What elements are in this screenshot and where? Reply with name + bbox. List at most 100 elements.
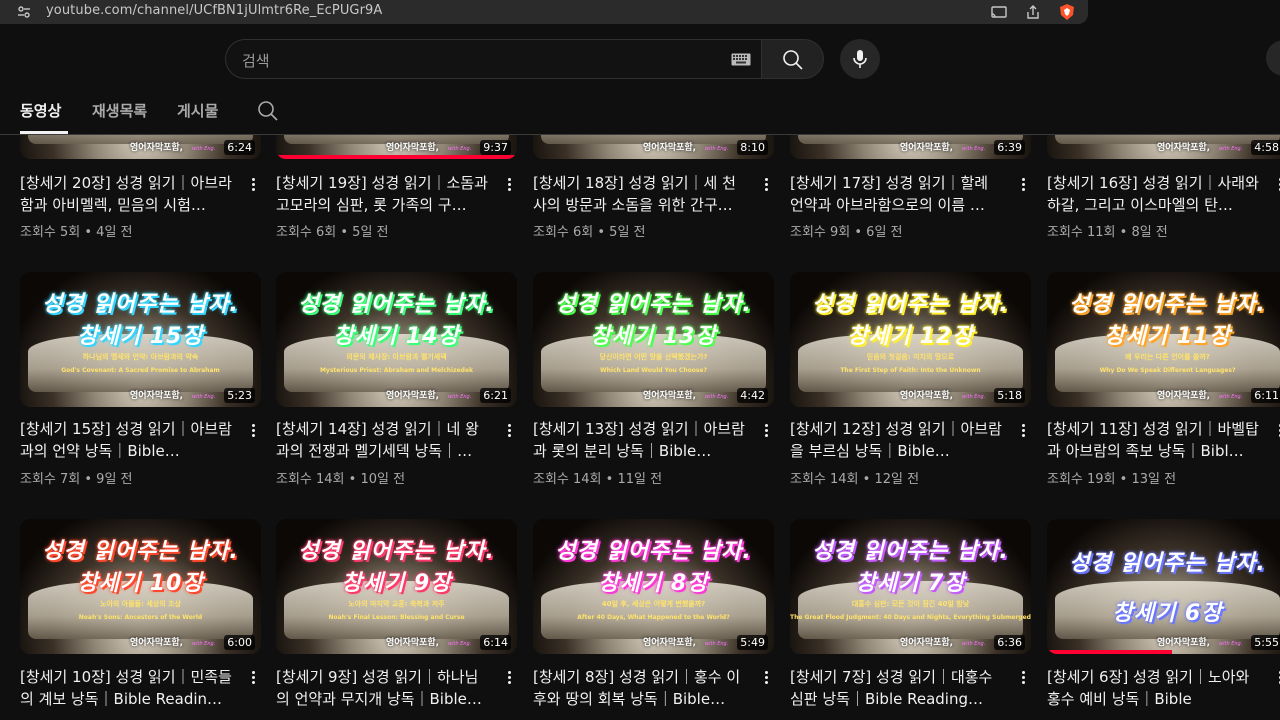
video-card[interactable]: 성경 읽어주는 남자. 창세기 6장 영어자막포함, with Eng. 5:55 [창세… xyxy=(1047,519,1280,720)
video-title[interactable]: [창세기 15장] 성경 읽기｜아브람과의 언약 낭독｜Bible… xyxy=(20,418,235,462)
more-actions-icon[interactable] xyxy=(1273,669,1280,689)
video-thumbnail[interactable]: 성경 읽어주는 남자. 창세기 8장 40일 후, 세상은 어떻게 변했을까? Aft… xyxy=(533,519,774,654)
more-actions-icon[interactable] xyxy=(759,176,773,196)
video-thumbnail[interactable]: 성경 읽어주는 남자. 창세기 10장 노아의 아들들: 세상의 조상 Noah's … xyxy=(20,519,261,654)
more-actions-icon[interactable] xyxy=(502,669,516,689)
video-title[interactable]: [창세기 19장] 성경 읽기｜소돔과 고모라의 심판, 롯 가족의 구… xyxy=(276,172,491,216)
video-duration: 6:21 xyxy=(480,388,511,403)
watch-progress-bar xyxy=(1047,650,1173,654)
search-button[interactable] xyxy=(761,39,824,79)
menu-dot xyxy=(251,429,255,432)
video-card[interactable]: 성경 읽어주는 남자. 창세기 11장 왜 우리는 다른 언어를 쓸까? Why Do… xyxy=(1047,272,1280,487)
video-title[interactable]: [창세기 6장] 성경 읽기｜노아와 홍수 예비 낭독｜Bible Readin… xyxy=(1047,666,1262,710)
video-thumbnail[interactable]: 성경 읽어주는 남자. 창세기 12장 믿음의 첫걸음: 미지의 땅으로 The Fi… xyxy=(790,272,1031,407)
thumbnail-title-line: 성경 읽어주는 남자. xyxy=(812,539,1009,564)
thumbnail-tag: 영어자막포함, xyxy=(386,143,440,153)
thumbnail-chapter: 창세기 6장 xyxy=(1112,601,1223,626)
video-thumbnail[interactable]: 성경 읽어주는 남자. 창세기 14장 의문의 제사장: 아브람과 멜기세덱 Myst… xyxy=(276,272,517,407)
video-title[interactable]: [창세기 7장] 성경 읽기｜대홍수 심판 낭독｜Bible Reading… xyxy=(790,666,1005,710)
video-title[interactable]: [창세기 20장] 성경 읽기｜아브라함과 아비멜렉, 믿음의 시험… xyxy=(20,172,235,216)
thumbnail-title-line: 성경 읽어주는 남자. xyxy=(42,292,239,317)
more-actions-icon[interactable] xyxy=(1016,669,1030,689)
video-duration: 5:23 xyxy=(224,388,255,403)
menu-dot xyxy=(251,183,255,186)
video-card[interactable]: 성경 읽어주는 남자. 창세기 9장 노아의 마지막 교훈: 축복과 저주 Noah'… xyxy=(276,519,517,720)
more-actions-icon[interactable] xyxy=(246,422,260,442)
more-actions-icon[interactable] xyxy=(502,176,516,196)
thumbnail-tag-en: with Eng. xyxy=(1219,146,1243,152)
video-title[interactable]: [창세기 8장] 성경 읽기｜홍수 이후와 땅의 회복 낭독｜Bible… xyxy=(533,666,748,710)
microphone-icon xyxy=(853,50,867,68)
thumbnail-chapter: 창세기 11장 xyxy=(1104,324,1231,349)
video-metadata: 조회수 19회 • 13일 전 xyxy=(1047,472,1177,487)
top-strip xyxy=(1088,0,1280,24)
video-duration: 5:18 xyxy=(994,388,1025,403)
more-actions-icon[interactable] xyxy=(1016,176,1030,196)
video-thumbnail[interactable]: 성경 읽어주는 남자. 창세기 9장 노아의 마지막 교훈: 축복과 저주 Noah'… xyxy=(276,519,517,654)
video-duration: 5:55 xyxy=(1251,635,1280,650)
url-text[interactable]: youtube.com/channel/UCfBN1jUlmtr6Re_EcPU… xyxy=(46,3,382,18)
thumbnail-chapter: 창세기 7장 xyxy=(855,571,966,596)
more-actions-icon[interactable] xyxy=(759,422,773,442)
menu-dot xyxy=(764,676,768,679)
cast-icon[interactable] xyxy=(990,3,1008,21)
more-actions-icon[interactable] xyxy=(1273,176,1280,196)
video-thumbnail[interactable]: 성경 읽어주는 남자. 창세기 6장 영어자막포함, with Eng. 5:55 xyxy=(1047,519,1280,654)
video-duration: 6:11 xyxy=(1251,388,1280,403)
thumbnail-subtitle-en: The Great Flood Judgment: 40 Days and Ni… xyxy=(790,614,1031,621)
video-title[interactable]: [창세기 12장] 성경 읽기｜아브람을 부르심 낭독｜Bible… xyxy=(790,418,1005,462)
thumbnail-tag: 영어자막포함, xyxy=(130,391,184,401)
video-duration: 6:14 xyxy=(480,635,511,650)
thumbnail-chapter: 창세기 14장 xyxy=(333,324,460,349)
video-thumbnail[interactable]: 성경 읽어주는 남자. 창세기 7장 대홍수 심판: 모든 것이 잠긴 40일 밤낮… xyxy=(790,519,1031,654)
thumbnail-tag: 영어자막포함, xyxy=(1157,143,1211,153)
video-title[interactable]: [창세기 17장] 성경 읽기｜할례 언약과 아브라함으로의 이름 … xyxy=(790,172,1005,216)
video-card[interactable]: 성경 읽어주는 남자. 창세기 8장 40일 후, 세상은 어떻게 변했을까? Aft… xyxy=(533,519,774,720)
video-title[interactable]: [창세기 13장] 성경 읽기｜아브람과 롯의 분리 낭독｜Bible… xyxy=(533,418,748,462)
video-card[interactable]: 성경 읽어주는 남자. 창세기 12장 믿음의 첫걸음: 미지의 땅으로 The Fi… xyxy=(790,272,1031,487)
thumbnail-chapter: 창세기 15장 xyxy=(77,324,204,349)
more-actions-icon[interactable] xyxy=(246,176,260,196)
search-box[interactable]: 검색 xyxy=(225,39,761,79)
voice-search-button[interactable] xyxy=(840,39,880,79)
video-title[interactable]: [창세기 10장] 성경 읽기｜민족들의 계보 낭독｜Bible Readin… xyxy=(20,666,235,710)
video-card[interactable]: 성경 읽어주는 남자. 창세기 10장 노아의 아들들: 세상의 조상 Noah's … xyxy=(20,519,261,720)
video-thumbnail[interactable]: 성경 읽어주는 남자. 창세기 11장 왜 우리는 다른 언어를 쓸까? Why Do… xyxy=(1047,272,1280,407)
tab-playlists[interactable]: 재생목록 xyxy=(92,100,147,121)
thumbnail-tag-en: with Eng. xyxy=(705,641,729,647)
more-actions-icon[interactable] xyxy=(759,669,773,689)
video-duration: 4:42 xyxy=(737,388,768,403)
video-card[interactable]: 성경 읽어주는 남자. 창세기 15장 하나님의 맹세와 언약: 아브람과의 약속 G… xyxy=(20,272,261,487)
search-input[interactable]: 검색 xyxy=(242,50,270,71)
video-card[interactable]: 성경 읽어주는 남자. 창세기 7장 대홍수 심판: 모든 것이 잠긴 40일 밤낮… xyxy=(790,519,1031,720)
video-card[interactable]: 성경 읽어주는 남자. 창세기 13장 당신이라면 어떤 땅을 선택했겠는가? Whi… xyxy=(533,272,774,487)
more-actions-icon[interactable] xyxy=(246,669,260,689)
more-actions-icon[interactable] xyxy=(1016,422,1030,442)
video-thumbnail[interactable]: 성경 읽어주는 남자. 창세기 13장 당신이라면 어떤 땅을 선택했겠는가? Whi… xyxy=(533,272,774,407)
video-title[interactable]: [창세기 9장] 성경 읽기｜하나님의 언약과 무지개 낭독｜Bible… xyxy=(276,666,491,710)
video-metadata: 조회수 14회 • 10일 전 xyxy=(276,472,406,487)
tab-videos[interactable]: 동영상 xyxy=(20,100,61,121)
thumbnail-subtitle: 왜 우리는 다른 언어를 쓸까? xyxy=(1125,353,1210,361)
more-actions-icon[interactable] xyxy=(1273,422,1280,442)
thumbnail-tag-en: with Eng. xyxy=(192,641,216,647)
thumbnail-tag-en: with Eng. xyxy=(448,146,472,152)
header-button-edge[interactable] xyxy=(1266,40,1280,76)
video-title[interactable]: [창세기 16장] 성경 읽기｜사래와 하갈, 그리고 이스마엘의 탄… xyxy=(1047,172,1262,216)
brave-shield-icon[interactable] xyxy=(1058,3,1076,21)
more-actions-icon[interactable] xyxy=(502,422,516,442)
menu-dot xyxy=(507,681,511,684)
video-card[interactable]: 성경 읽어주는 남자. 창세기 14장 의문의 제사장: 아브람과 멜기세덱 Myst… xyxy=(276,272,517,487)
video-thumbnail[interactable]: 성경 읽어주는 남자. 창세기 15장 하나님의 맹세와 언약: 아브람과의 약속 G… xyxy=(20,272,261,407)
share-icon[interactable] xyxy=(1024,3,1042,21)
browser-address-bar[interactable]: youtube.com/channel/UCfBN1jUlmtr6Re_EcPU… xyxy=(0,0,1088,24)
channel-search-icon[interactable] xyxy=(257,100,279,122)
menu-dot xyxy=(764,429,768,432)
site-settings-icon[interactable] xyxy=(16,4,32,20)
video-duration: 9:37 xyxy=(480,140,511,155)
tab-posts[interactable]: 게시물 xyxy=(177,100,218,121)
video-title[interactable]: [창세기 11장] 성경 읽기｜바벨탑과 아브람의 족보 낭독｜Bibl… xyxy=(1047,418,1262,462)
video-title[interactable]: [창세기 14장] 성경 읽기｜네 왕과의 전쟁과 멜기세덱 낭독｜… xyxy=(276,418,491,462)
video-title[interactable]: [창세기 18장] 성경 읽기｜세 천사의 방문과 소돔을 위한 간구… xyxy=(533,172,748,216)
keyboard-icon[interactable] xyxy=(731,53,751,66)
